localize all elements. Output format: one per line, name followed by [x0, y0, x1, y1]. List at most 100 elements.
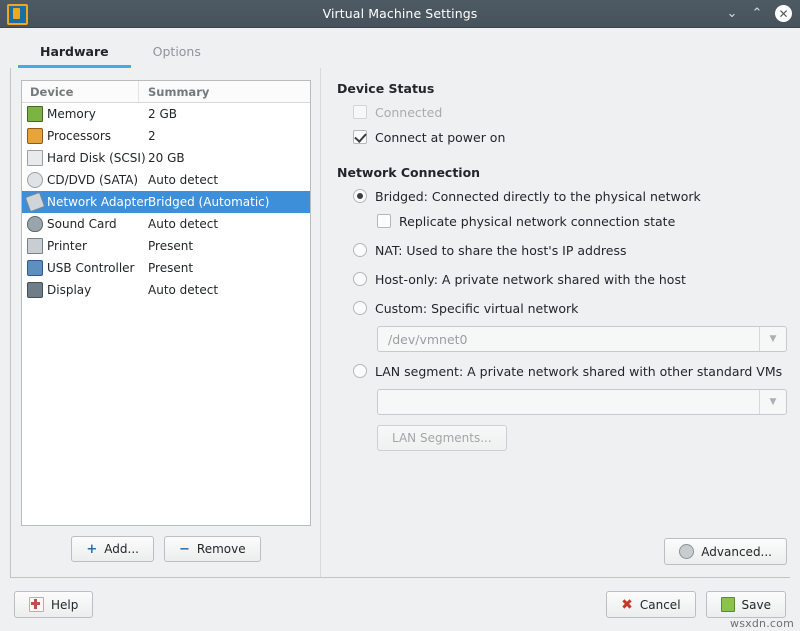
settings-content-inner: Device Summary Memory 2 GB Processors	[11, 68, 800, 577]
device-name-cell: Memory	[22, 106, 139, 122]
watermark: wsxdn.com	[730, 617, 794, 630]
connected-label: Connected	[375, 105, 442, 120]
footer-actions: ✖ Cancel Save	[606, 591, 786, 618]
device-row-cd-dvd[interactable]: CD/DVD (SATA) Auto detect	[22, 169, 310, 191]
radio-row-bridged[interactable]: Bridged: Connected directly to the physi…	[353, 189, 787, 204]
minimize-icon[interactable]: ⌄	[725, 7, 739, 20]
chevron-down-icon[interactable]: ▼	[759, 327, 786, 351]
tab-hardware[interactable]: Hardware	[18, 37, 131, 68]
bridged-radio[interactable]	[353, 189, 367, 203]
dialog-footer: Help ✖ Cancel Save wsxdn.com	[0, 578, 800, 631]
nat-label: NAT: Used to share the host's IP address	[375, 243, 626, 258]
replicate-state-row[interactable]: Replicate physical network connection st…	[377, 214, 787, 229]
custom-radio[interactable]	[353, 301, 367, 315]
advanced-icon	[679, 544, 694, 559]
save-button[interactable]: Save	[706, 591, 786, 618]
device-row-memory[interactable]: Memory 2 GB	[22, 103, 310, 125]
plus-icon: +	[86, 543, 97, 556]
device-row-usb-controller[interactable]: USB Controller Present	[22, 257, 310, 279]
advanced-button-wrap: Advanced...	[664, 538, 787, 565]
lan-segment-radio[interactable]	[353, 364, 367, 378]
device-row-sound-card[interactable]: Sound Card Auto detect	[22, 213, 310, 235]
usb-controller-icon	[27, 260, 43, 276]
processor-icon	[27, 128, 43, 144]
device-name-cell: Display	[22, 282, 139, 298]
radio-row-nat[interactable]: NAT: Used to share the host's IP address	[353, 243, 787, 258]
hardware-pane: Device Summary Memory 2 GB Processors	[11, 68, 311, 577]
add-device-button[interactable]: + Add...	[71, 536, 154, 562]
chevron-down-icon[interactable]: ▼	[759, 390, 786, 414]
replicate-physical-state-label: Replicate physical network connection st…	[399, 214, 675, 229]
device-summary: Present	[139, 261, 310, 275]
radio-row-custom[interactable]: Custom: Specific virtual network	[353, 301, 787, 316]
save-icon	[721, 597, 735, 612]
window-title: Virtual Machine Settings	[0, 6, 800, 21]
memory-icon	[27, 106, 43, 122]
replicate-physical-state-checkbox[interactable]	[377, 214, 391, 228]
close-icon[interactable]: ✕	[775, 5, 792, 22]
device-row-display[interactable]: Display Auto detect	[22, 279, 310, 301]
device-summary: Present	[139, 239, 310, 253]
host-only-label: Host-only: A private network shared with…	[375, 272, 686, 287]
cancel-label: Cancel	[640, 598, 681, 612]
advanced-button[interactable]: Advanced...	[664, 538, 787, 565]
custom-network-combobox[interactable]: /dev/vmnet0 ▼	[377, 326, 787, 352]
lan-segment-combobox[interactable]: ▼	[377, 389, 787, 415]
host-only-radio[interactable]	[353, 272, 367, 286]
lan-segments-button[interactable]: LAN Segments...	[377, 425, 507, 451]
radio-row-host-only[interactable]: Host-only: A private network shared with…	[353, 272, 787, 287]
virtual-machine-settings-window: Virtual Machine Settings ⌄ ⌃ ✕ Hardware …	[0, 0, 800, 631]
lan-segment-value	[378, 390, 759, 414]
display-icon	[27, 282, 43, 298]
device-row-network-adapter[interactable]: Network Adapter Bridged (Automatic)	[22, 191, 310, 213]
network-connection-heading: Network Connection	[337, 165, 787, 180]
device-list-buttons: + Add... − Remove	[21, 536, 311, 562]
device-row-processors[interactable]: Processors 2	[22, 125, 310, 147]
remove-device-label: Remove	[197, 542, 246, 556]
device-label: Sound Card	[47, 217, 117, 231]
device-label: Display	[47, 283, 91, 297]
device-label: USB Controller	[47, 261, 134, 275]
device-label: Printer	[47, 239, 87, 253]
device-summary: Auto detect	[139, 283, 310, 297]
device-name-cell: CD/DVD (SATA)	[22, 172, 139, 188]
hard-disk-icon	[27, 150, 43, 166]
device-summary: Auto detect	[139, 217, 310, 231]
help-button[interactable]: Help	[14, 591, 93, 618]
device-summary: 2	[139, 129, 310, 143]
device-settings-pane: Device Status Connected Connect at power…	[320, 68, 800, 577]
nat-radio[interactable]	[353, 243, 367, 257]
device-label: Hard Disk (SCSI)	[47, 151, 146, 165]
printer-icon	[27, 238, 43, 254]
lan-segments-button-wrap: LAN Segments...	[377, 425, 787, 451]
device-summary: Bridged (Automatic)	[139, 195, 310, 209]
sound-card-icon	[27, 216, 43, 232]
connect-at-power-on-label: Connect at power on	[375, 130, 505, 145]
device-name-cell: Sound Card	[22, 216, 139, 232]
connected-checkbox[interactable]	[353, 105, 367, 119]
help-icon	[29, 597, 44, 612]
device-summary: Auto detect	[139, 173, 310, 187]
device-name-cell: Network Adapter	[22, 194, 139, 210]
connected-checkbox-row[interactable]: Connected	[353, 105, 787, 120]
radio-row-lan-segment[interactable]: LAN segment: A private network shared wi…	[353, 364, 787, 379]
connect-at-power-on-row[interactable]: Connect at power on	[353, 130, 787, 145]
maximize-icon[interactable]: ⌃	[750, 7, 764, 20]
advanced-label: Advanced...	[701, 545, 772, 559]
lan-segment-label: LAN segment: A private network shared wi…	[375, 364, 782, 379]
device-row-hard-disk[interactable]: Hard Disk (SCSI) 20 GB	[22, 147, 310, 169]
add-device-label: Add...	[104, 542, 139, 556]
settings-content: Device Summary Memory 2 GB Processors	[10, 68, 790, 578]
device-list[interactable]: Device Summary Memory 2 GB Processors	[21, 80, 311, 526]
device-row-printer[interactable]: Printer Present	[22, 235, 310, 257]
window-controls: ⌄ ⌃ ✕	[725, 5, 792, 22]
cancel-button[interactable]: ✖ Cancel	[606, 591, 695, 618]
tab-options[interactable]: Options	[131, 37, 223, 68]
remove-device-button[interactable]: − Remove	[164, 536, 261, 562]
custom-label: Custom: Specific virtual network	[375, 301, 578, 316]
connect-at-power-on-checkbox[interactable]	[353, 130, 367, 144]
device-name-cell: Processors	[22, 128, 139, 144]
device-summary: 20 GB	[139, 151, 310, 165]
network-adapter-icon	[25, 192, 46, 213]
save-label: Save	[742, 598, 771, 612]
